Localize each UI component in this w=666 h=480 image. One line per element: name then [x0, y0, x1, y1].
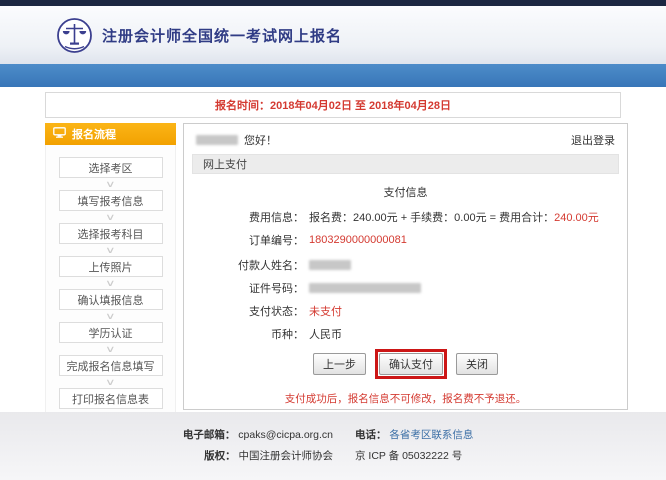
- sidebar-header-label: 报名流程: [72, 126, 116, 142]
- currency-value: 人民币: [309, 326, 342, 342]
- nav-bar: [0, 64, 666, 87]
- sidebar: 报名流程 选择考区 ∨ 填写报考信息 ∨ 选择报考科目 ∨ 上传照片 ∨ 确认填…: [45, 123, 176, 459]
- chevron-down-icon: ∨: [105, 278, 116, 288]
- payment-status-value: 未支付: [309, 303, 342, 319]
- chevron-down-icon: ∨: [105, 344, 116, 354]
- id-number-redacted: [309, 283, 421, 293]
- order-number-value: 1803290000000081: [309, 234, 407, 246]
- payment-status-label: 支付状态：: [184, 303, 304, 319]
- fee-info-row: 费用信息： 报名费：240.00元 + 手续费：0.00元 = 费用合计： 24…: [184, 209, 627, 225]
- section-title-bar: 网上支付: [192, 154, 619, 174]
- sidebar-item-upload-photo[interactable]: 上传照片: [59, 256, 163, 277]
- registration-period-notice: 报名时间：2018年04月02日 至 2018年04月28日: [45, 92, 621, 118]
- payer-name-redacted: [309, 260, 351, 270]
- sidebar-item-select-exam-area[interactable]: 选择考区: [59, 157, 163, 178]
- payment-buttons: 上一步 确认支付 关闭: [184, 349, 627, 379]
- fee-breakdown: 报名费：240.00元 + 手续费：0.00元 = 费用合计：: [309, 209, 554, 225]
- id-number-row: 证件号码：: [184, 280, 627, 296]
- currency-label: 币种：: [184, 326, 304, 342]
- confirm-payment-highlight: 确认支付: [375, 349, 447, 379]
- confirm-payment-button[interactable]: 确认支付: [379, 353, 443, 375]
- chevron-down-icon: ∨: [105, 179, 116, 189]
- sidebar-item-print-form[interactable]: 打印报名信息表: [59, 388, 163, 409]
- fee-info-label: 费用信息：: [184, 209, 304, 225]
- section-title: 网上支付: [203, 156, 247, 172]
- registration-period-text: 报名时间：2018年04月02日 至 2018年04月28日: [215, 97, 451, 113]
- order-number-label: 订单编号：: [184, 232, 304, 248]
- logout-link[interactable]: 退出登录: [571, 132, 615, 148]
- close-button[interactable]: 关闭: [456, 353, 498, 375]
- province-contact-link[interactable]: 各省考区联系信息: [389, 429, 473, 441]
- id-number-label: 证件号码：: [184, 280, 304, 296]
- sidebar-item-complete-registration[interactable]: 完成报名信息填写: [59, 355, 163, 376]
- page-title: 注册会计师全国统一考试网上报名: [102, 25, 342, 46]
- greeting-text: 您好！: [244, 132, 277, 148]
- phone-label: 电话：: [355, 429, 387, 441]
- payer-name-row: 付款人姓名：: [184, 257, 627, 273]
- greeting-name-redacted: [196, 135, 238, 145]
- fee-total: 240.00元: [554, 209, 599, 225]
- payment-details: 费用信息： 报名费：240.00元 + 手续费：0.00元 = 费用合计： 24…: [184, 209, 627, 342]
- chevron-down-icon: ∨: [105, 245, 116, 255]
- copyright-value: 中国注册会计师协会: [239, 450, 334, 462]
- payer-name-label: 付款人姓名：: [184, 257, 304, 273]
- email-value: cpaks@cicpa.org.cn: [238, 429, 333, 441]
- icp-text: 京 ICP 备 05032222 号: [355, 450, 462, 462]
- main-panel: 您好！ 退出登录 网上支付 支付信息 费用信息： 报名费：240.00元 + 手…: [183, 123, 628, 410]
- previous-step-button[interactable]: 上一步: [313, 353, 366, 375]
- site-footer: 电子邮箱： cpaks@cicpa.org.cn 电话： 各省考区联系信息 版权…: [0, 412, 666, 480]
- site-header: 注册会计师全国统一考试网上报名: [0, 6, 666, 64]
- email-label: 电子邮箱：: [183, 429, 236, 441]
- greeting-row: 您好！ 退出登录: [184, 124, 627, 154]
- sidebar-item-education-verification[interactable]: 学历认证: [59, 322, 163, 343]
- monitor-icon: [53, 127, 66, 141]
- sidebar-item-fill-registration-info[interactable]: 填写报考信息: [59, 190, 163, 211]
- payment-info-title: 支付信息: [184, 184, 627, 200]
- chevron-down-icon: ∨: [105, 311, 116, 321]
- copyright-label: 版权：: [204, 450, 236, 462]
- sidebar-header: 报名流程: [45, 123, 176, 145]
- payment-status-row: 支付状态： 未支付: [184, 303, 627, 319]
- chevron-down-icon: ∨: [105, 212, 116, 222]
- chevron-down-icon: ∨: [105, 377, 116, 387]
- currency-row: 币种： 人民币: [184, 326, 627, 342]
- order-number-row: 订单编号： 1803290000000081: [184, 232, 627, 248]
- scales-emblem-icon: [56, 17, 93, 54]
- sidebar-item-select-subjects[interactable]: 选择报考科目: [59, 223, 163, 244]
- note-no-refund: 支付成功后，报名信息不可修改，报名费不予退还。: [184, 391, 627, 406]
- sidebar-item-confirm-info[interactable]: 确认填报信息: [59, 289, 163, 310]
